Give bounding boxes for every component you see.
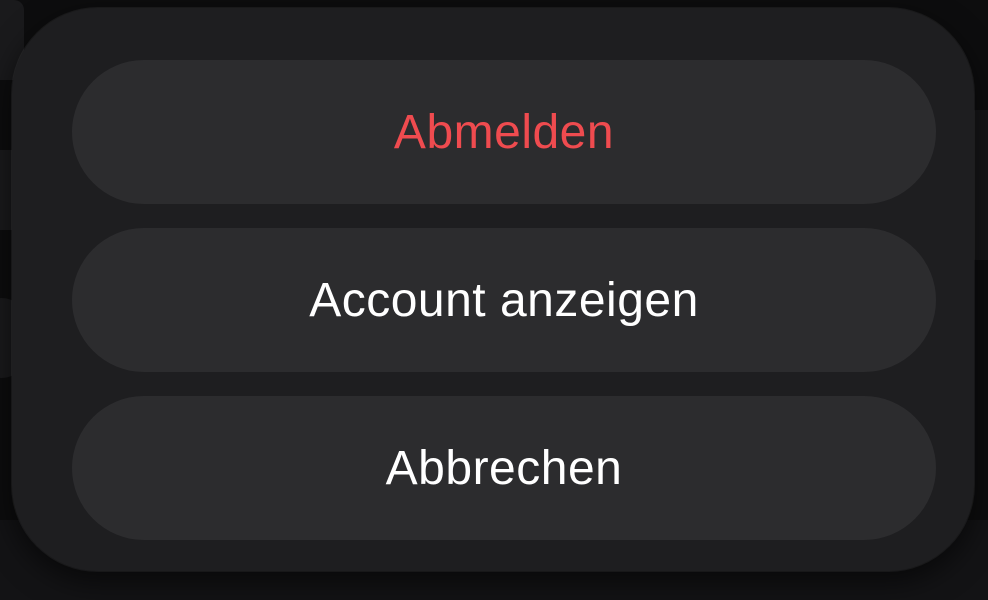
cancel-button[interactable]: Abbrechen — [72, 396, 936, 540]
account-action-sheet: Abmelden Account anzeigen Abbrechen — [12, 8, 974, 571]
sign-out-button[interactable]: Abmelden — [72, 60, 936, 204]
view-account-button[interactable]: Account anzeigen — [72, 228, 936, 372]
